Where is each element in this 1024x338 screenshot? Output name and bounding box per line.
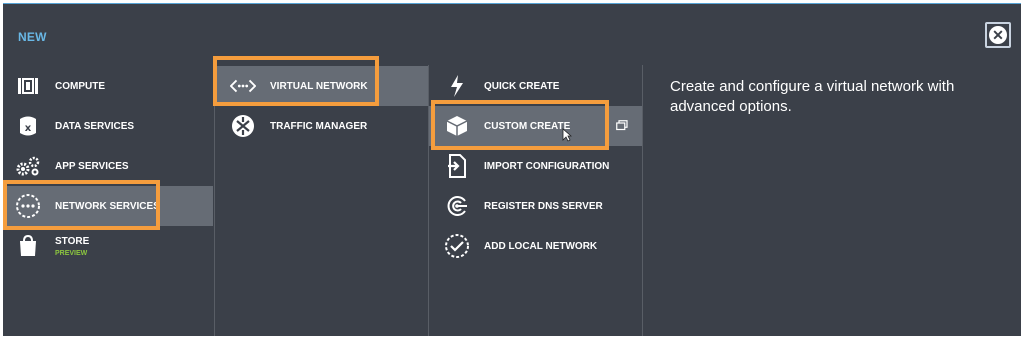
shopping-bag-icon bbox=[15, 233, 41, 259]
traffic-manager-label: TRAFFIC MANAGER bbox=[270, 120, 368, 132]
quick-create-item[interactable]: QUICK CREATE bbox=[429, 66, 642, 106]
register-dns-server-item[interactable]: REGISTER DNS SERVER bbox=[429, 186, 642, 226]
check-circle-icon bbox=[444, 233, 470, 259]
open-window-icon[interactable] bbox=[616, 120, 628, 131]
gears-icon bbox=[15, 153, 41, 179]
category-list: COMPUTE x DATA SERVICES APP SERVICES NET… bbox=[3, 65, 213, 336]
add-local-network-label: ADD LOCAL NETWORK bbox=[484, 240, 598, 252]
lightning-icon bbox=[444, 73, 470, 99]
preview-badge: PREVIEW bbox=[55, 250, 88, 257]
category-label: NETWORK SERVICES bbox=[55, 200, 160, 212]
action-list: QUICK CREATE CUSTOM CREATE IMPORT CONFIG… bbox=[428, 65, 642, 336]
category-store[interactable]: STORE PREVIEW bbox=[3, 226, 213, 266]
add-local-network-item[interactable]: ADD LOCAL NETWORK bbox=[429, 226, 642, 266]
box-icon bbox=[444, 113, 470, 139]
close-icon: ✕ bbox=[989, 26, 1007, 44]
category-compute[interactable]: COMPUTE bbox=[3, 66, 213, 106]
custom-create-label: CUSTOM CREATE bbox=[484, 120, 571, 132]
category-label: APP SERVICES bbox=[55, 160, 129, 172]
new-dialog: NEW ✕ COMPUTE x DATA SERVICES APP SERVIC… bbox=[3, 3, 1021, 336]
network-services-list: VIRTUAL NETWORK TRAFFIC MANAGER bbox=[214, 65, 428, 336]
dialog-title: NEW bbox=[18, 30, 47, 44]
category-network-services[interactable]: NETWORK SERVICES bbox=[3, 186, 213, 226]
svg-text:x: x bbox=[25, 123, 32, 134]
import-configuration-label: IMPORT CONFIGURATION bbox=[484, 160, 610, 172]
import-configuration-item[interactable]: IMPORT CONFIGURATION bbox=[429, 146, 642, 186]
virtual-network-label: VIRTUAL NETWORK bbox=[270, 80, 368, 92]
custom-create-item[interactable]: CUSTOM CREATE bbox=[429, 106, 642, 146]
category-label: COMPUTE bbox=[55, 80, 105, 92]
traffic-manager-item[interactable]: TRAFFIC MANAGER bbox=[215, 106, 428, 146]
description-text: Create and configure a virtual network w… bbox=[670, 78, 955, 115]
traffic-manager-icon bbox=[230, 113, 256, 139]
register-dns-server-label: REGISTER DNS SERVER bbox=[484, 200, 603, 212]
category-app-services[interactable]: APP SERVICES bbox=[3, 146, 213, 186]
virtual-network-icon bbox=[230, 73, 256, 99]
compute-icon bbox=[15, 73, 41, 99]
import-icon bbox=[444, 153, 470, 179]
category-label: STORE bbox=[55, 236, 90, 247]
virtual-network-item[interactable]: VIRTUAL NETWORK bbox=[215, 66, 428, 106]
description-pane: Create and configure a virtual network w… bbox=[642, 65, 1022, 336]
mouse-cursor-icon bbox=[562, 128, 572, 142]
network-icon bbox=[15, 193, 41, 219]
dns-icon bbox=[444, 193, 470, 219]
database-icon: x bbox=[15, 113, 41, 139]
category-label: DATA SERVICES bbox=[55, 120, 135, 132]
quick-create-label: QUICK CREATE bbox=[484, 80, 560, 92]
close-button[interactable]: ✕ bbox=[985, 22, 1011, 48]
category-data-services[interactable]: x DATA SERVICES bbox=[3, 106, 213, 146]
